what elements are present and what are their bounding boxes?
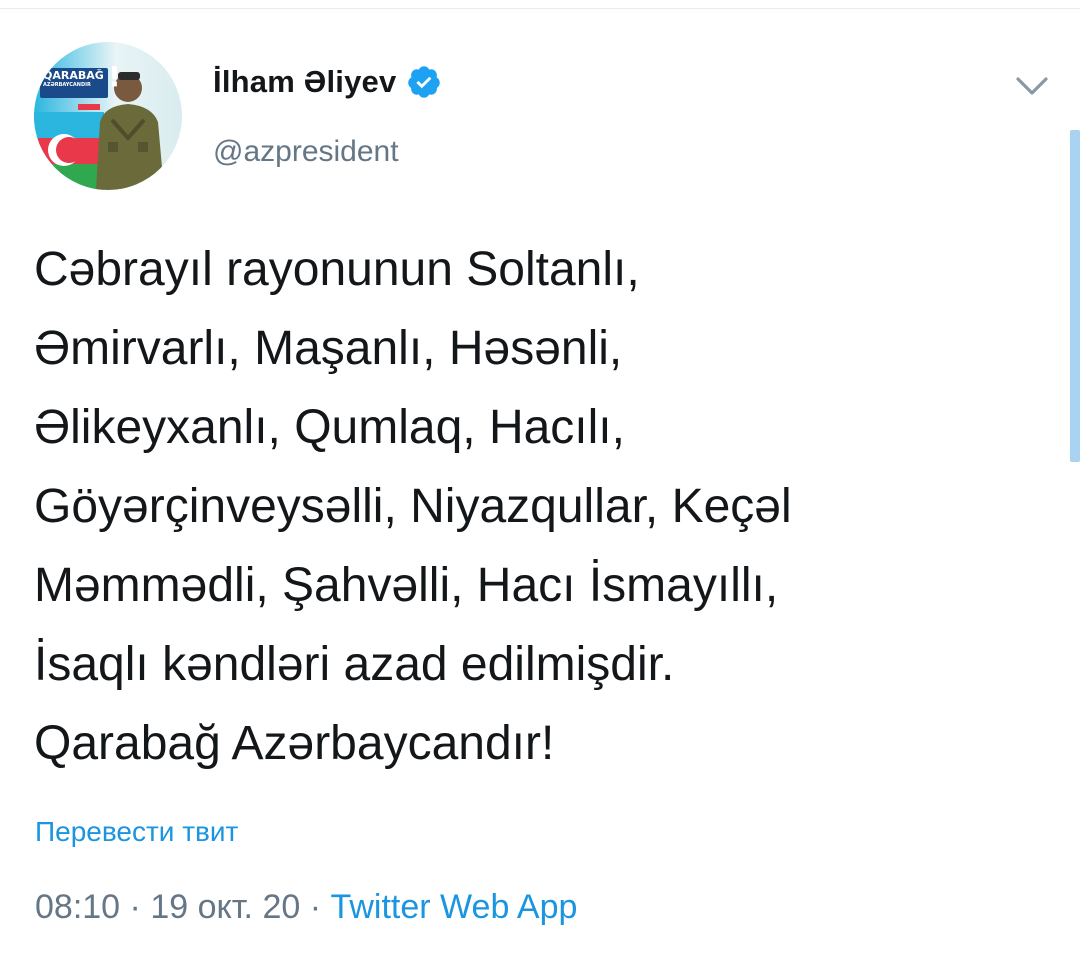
meta-separator: · (120, 888, 151, 926)
avatar-badge-mark: ! (108, 60, 121, 93)
tweet-date[interactable]: 19 окт. 20 (150, 888, 300, 926)
author-avatar[interactable]: QARABAĞ AZƏRBAYCANDIR ! (34, 42, 182, 190)
meta-separator: · (300, 888, 331, 926)
tweet-source-link[interactable]: Twitter Web App (330, 888, 577, 926)
scrollbar[interactable] (1070, 130, 1080, 462)
translate-tweet-link[interactable]: Перевести твит (35, 816, 238, 848)
chevron-down-icon[interactable] (1012, 66, 1052, 106)
tweet-time[interactable]: 08:10 (35, 888, 120, 926)
tweet-view: QARABAĞ AZƏRBAYCANDIR ! İlham Əliyev @az… (0, 0, 1080, 966)
tweet-meta: 08:10 · 19 окт. 20 · Twitter Web App (35, 888, 577, 927)
avatar-badge: QARABAĞ AZƏRBAYCANDIR (43, 70, 105, 88)
top-divider (0, 8, 1080, 9)
tweet-text: Cəbrayıl rayonunun Soltanlı, Əmirvarlı, … (34, 243, 792, 770)
author-name-row[interactable]: İlham Əliyev (213, 64, 442, 100)
author-name[interactable]: İlham Əliyev (213, 64, 396, 100)
author-handle[interactable]: @azpresident (213, 135, 399, 169)
avatar-badge-line1: QARABAĞ (43, 69, 104, 82)
verified-badge-icon (408, 66, 441, 98)
avatar-badge-line2: AZƏRBAYCANDIR (43, 82, 91, 88)
